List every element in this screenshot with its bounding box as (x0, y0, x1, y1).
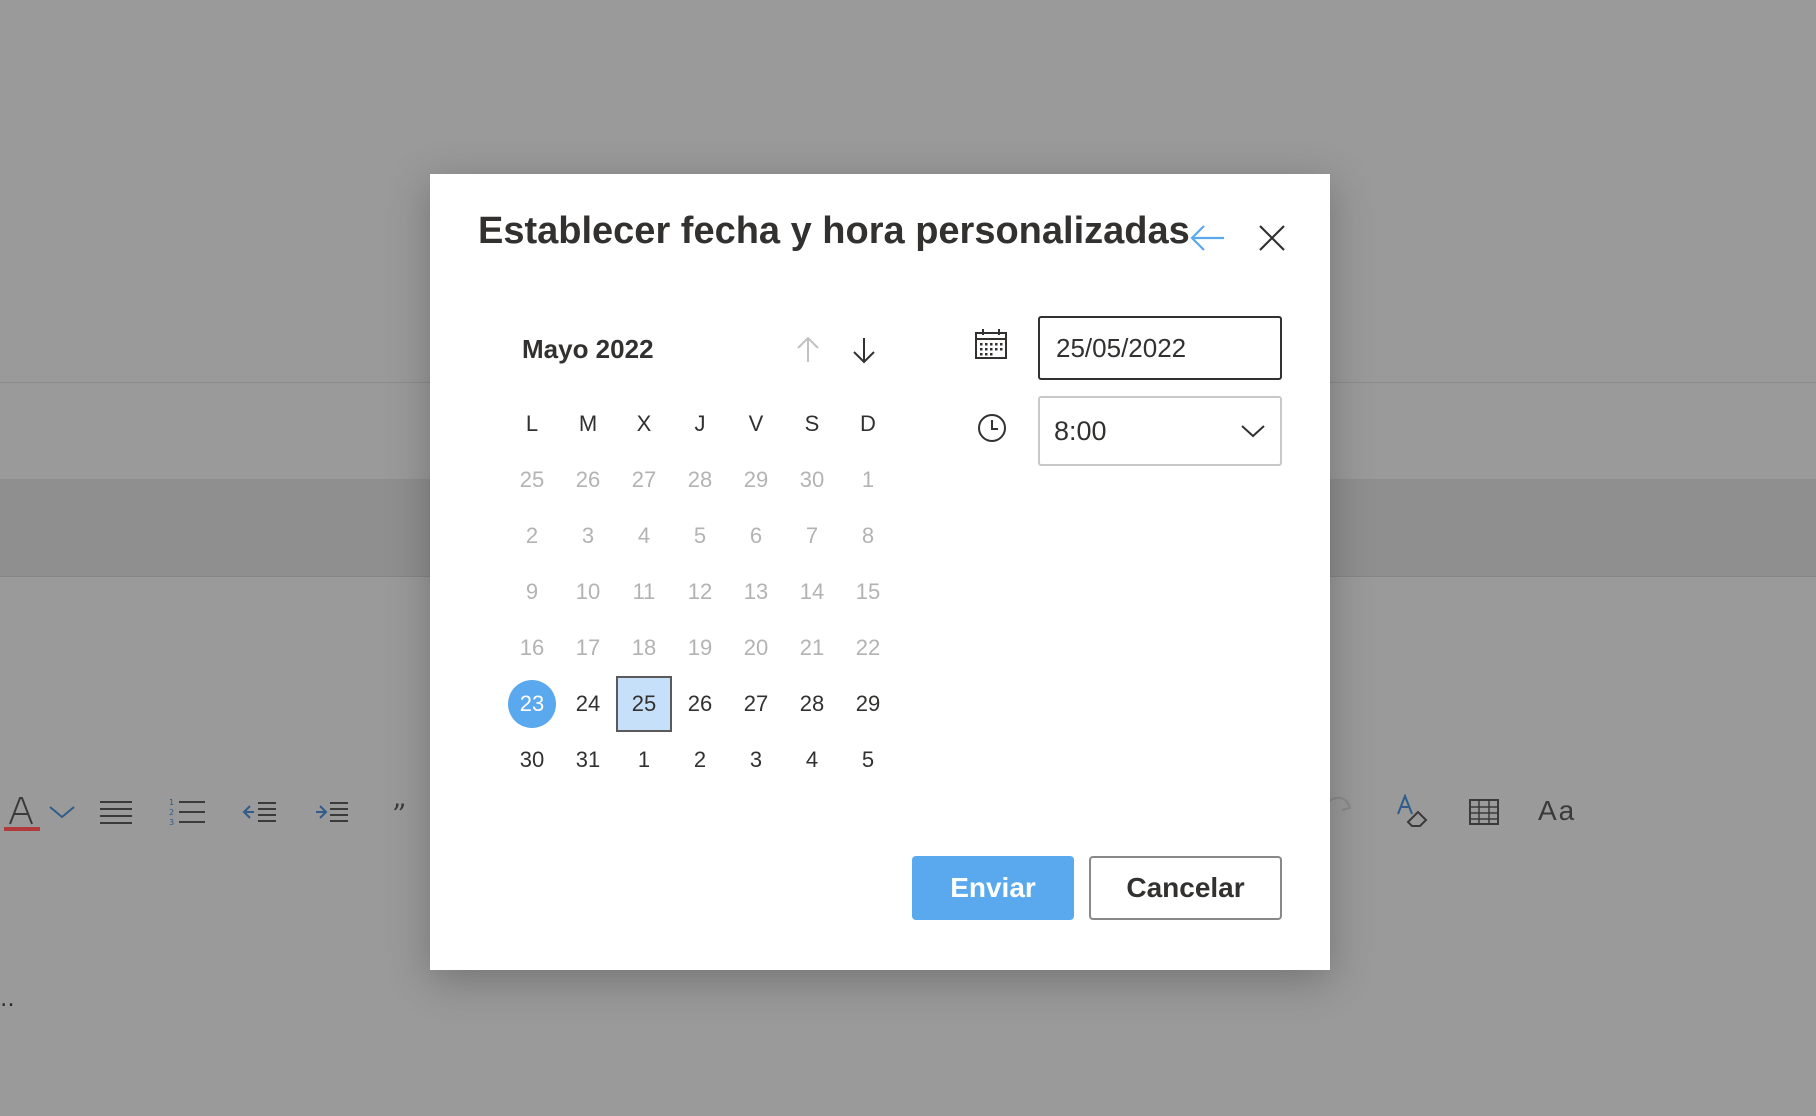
calendar-day-disabled: 10 (575, 579, 601, 604)
calendar-day-disabled: 6 (749, 523, 763, 548)
background-dots: ‥ (0, 987, 19, 1012)
calendar-week: 25 26 27 28 29 30 1 (504, 452, 896, 508)
calendar-day-disabled: 19 (687, 635, 713, 660)
bullets-icon (94, 790, 138, 834)
calendar-day-disabled: 2 (525, 523, 539, 548)
next-month-button[interactable] (844, 330, 884, 370)
calendar-day-disabled: 28 (687, 467, 713, 492)
increase-indent-icon (310, 790, 354, 834)
weekday-label: S (804, 411, 820, 436)
calendar-day-selected[interactable]: 25 (616, 676, 672, 732)
arrow-down-icon (853, 338, 875, 364)
custom-datetime-dialog: Establecer fecha y hora personalizadas M… (430, 174, 1330, 970)
calendar-day-disabled: 29 (743, 467, 769, 492)
today-marker: 23 (508, 680, 556, 728)
weekday-label: D (860, 411, 876, 436)
calendar-day[interactable]: 24 (560, 676, 616, 732)
calendar-day-disabled: 11 (632, 579, 656, 604)
calendar-day-disabled: 17 (575, 635, 601, 660)
calendar-day-disabled: 30 (799, 467, 825, 492)
calendar-day-disabled: 13 (743, 579, 769, 604)
weekday-label: X (636, 411, 652, 436)
calendar-day-disabled: 14 (799, 579, 825, 604)
svg-text:2: 2 (169, 808, 174, 817)
calendar-day-disabled: 25 (519, 467, 545, 492)
calendar-day-disabled: 1 (861, 467, 875, 492)
calendar-month-label: Mayo 2022 (522, 334, 654, 364)
calendar-day-disabled: 7 (805, 523, 819, 548)
calendar-day-disabled: 20 (743, 635, 769, 660)
calendar-week: 9 10 11 12 13 14 15 (504, 564, 896, 620)
calendar-day[interactable]: 27 (728, 676, 784, 732)
calendar-week: 30 31 1 2 3 4 5 (504, 732, 896, 788)
clear-formatting-icon (1390, 790, 1434, 834)
calendar-day[interactable]: 30 (504, 732, 560, 788)
weekday-label: V (748, 411, 764, 436)
calendar-day-disabled: 12 (687, 579, 713, 604)
close-icon (1259, 225, 1285, 251)
weekday-label: J (694, 411, 706, 436)
calendar-day[interactable]: 4 (784, 732, 840, 788)
dialog-title: Establecer fecha y hora personalizadas (478, 210, 1190, 252)
calendar-day-disabled: 4 (637, 523, 651, 548)
time-select[interactable]: 8:00 (1038, 396, 1282, 466)
weekday-label: L (525, 411, 539, 436)
calendar-day-disabled: 21 (799, 635, 825, 660)
calendar-day[interactable]: 5 (840, 732, 896, 788)
calendar-day-disabled: 18 (631, 635, 657, 660)
calendar-day[interactable]: 1 (616, 732, 672, 788)
svg-text:”: ” (392, 800, 406, 824)
cancel-button[interactable]: Cancelar (1089, 856, 1282, 920)
calendar-day[interactable]: 3 (728, 732, 784, 788)
previous-month-button[interactable] (788, 330, 828, 370)
calendar-day[interactable]: 29 (840, 676, 896, 732)
quote-icon: ” (380, 790, 424, 834)
calendar-day[interactable]: 26 (672, 676, 728, 732)
font-size-label: Aa (1538, 795, 1577, 826)
calendar-day-disabled: 9 (525, 579, 539, 604)
time-value: 8:00 (1054, 415, 1107, 446)
arrow-left-icon (1190, 225, 1224, 251)
calendar-day-disabled: 5 (693, 523, 707, 548)
close-button[interactable] (1250, 216, 1294, 260)
svg-text:3: 3 (169, 818, 174, 827)
date-input[interactable] (1038, 316, 1282, 380)
decrease-indent-icon (238, 790, 282, 834)
arrow-up-icon (797, 336, 819, 362)
calendar-week: 16 17 18 19 20 21 22 (504, 620, 896, 676)
calendar-grid: L M X J V S D 25 26 27 28 29 30 1 2 3 4 … (504, 396, 896, 788)
calendar-day[interactable]: 28 (784, 676, 840, 732)
calendar-week: 2 3 4 5 6 7 8 (504, 508, 896, 564)
chevron-down-icon (1241, 425, 1265, 438)
back-button[interactable] (1186, 216, 1230, 260)
table-icon (1462, 790, 1506, 834)
calendar-day-disabled: 16 (519, 635, 545, 660)
calendar-day[interactable]: 2 (672, 732, 728, 788)
send-button[interactable]: Enviar (912, 856, 1074, 920)
clock-icon (976, 412, 1008, 448)
numbering-icon: 123 (166, 790, 210, 834)
weekday-label: M (578, 411, 598, 436)
calendar-icon (974, 328, 1008, 364)
calendar-week: 23 24 25 26 27 28 29 (504, 676, 896, 732)
calendar-day-disabled: 26 (575, 467, 601, 492)
calendar-day-disabled: 3 (581, 523, 595, 548)
weekday-header: L M X J V S D (504, 396, 896, 452)
svg-text:1: 1 (169, 798, 174, 807)
calendar-day-today[interactable]: 23 (504, 676, 560, 732)
calendar-day-disabled: 15 (855, 579, 881, 604)
chevron-down-icon (40, 790, 84, 834)
calendar-day-disabled: 8 (861, 523, 875, 548)
font-color-icon (0, 790, 44, 834)
calendar-day-disabled: 22 (855, 635, 881, 660)
calendar-day[interactable]: 31 (560, 732, 616, 788)
calendar-day-disabled: 27 (631, 467, 657, 492)
